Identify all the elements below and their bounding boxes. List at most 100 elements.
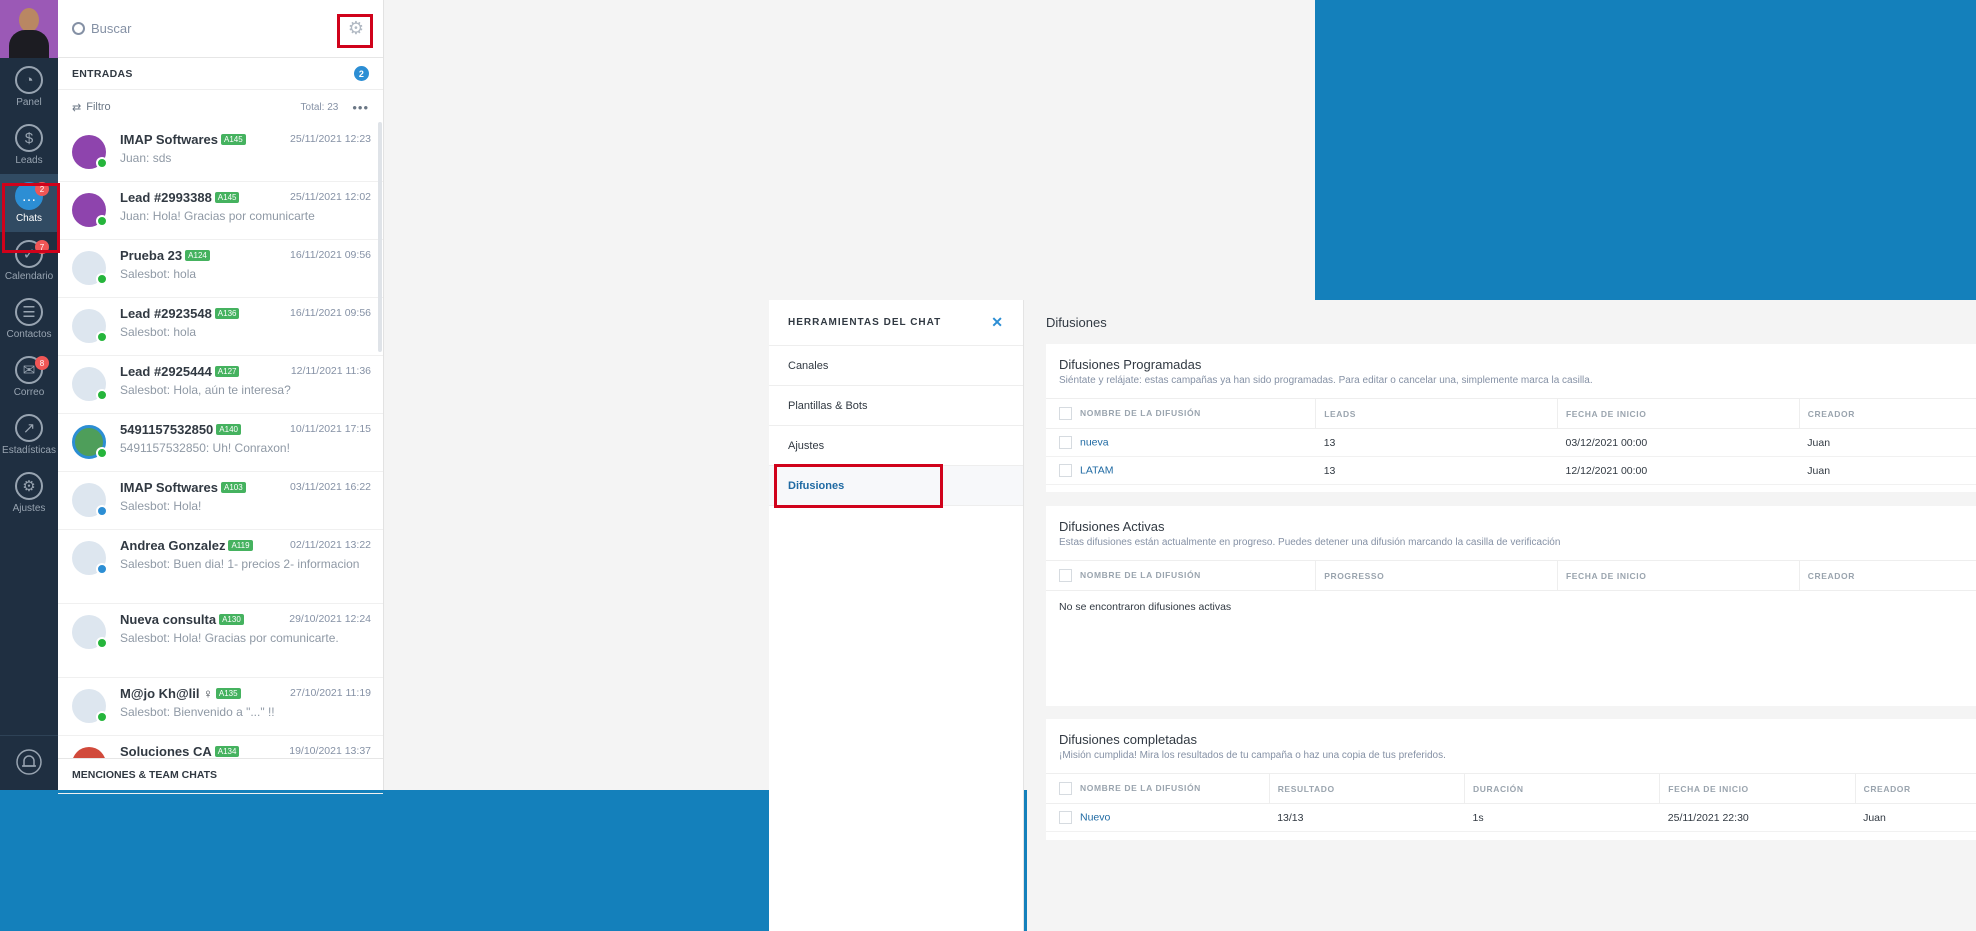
table-row[interactable]: Nuevo 13/13 1s 25/11/2021 22:30 Juan (1046, 803, 1976, 832)
chat-list-item[interactable]: Nueva consulta A130 29/10/2021 12:24 Salesb… (58, 604, 383, 678)
column-header-label: DURACIÓN (1472, 783, 1524, 794)
cell-value: Juan (1807, 464, 1831, 477)
chat-list-item[interactable]: 5491157532850 A140 10/11/2021 17:15 5491157… (58, 414, 383, 472)
table-row[interactable]: nueva 13 03/12/2021 00:00 Juan (1046, 428, 1976, 457)
whatsapp-icon (96, 637, 108, 649)
rail-item-label: Correo (13, 387, 45, 398)
chat-list-item[interactable]: Prueba 23 A124 16/11/2021 09:56 Salesbot: h… (58, 240, 383, 298)
chat-tag: A140 (216, 423, 241, 435)
broadcast-name-link[interactable]: Nuevo (1080, 811, 1110, 823)
column-header-label: LEADS (1324, 408, 1356, 419)
rail-item-ajustes[interactable]: ⚙ Ajustes (0, 464, 58, 522)
rail-item-label: Calendario (4, 271, 54, 282)
more-options-icon[interactable]: ••• (352, 100, 369, 115)
cell-value: Juan (1807, 436, 1831, 449)
rail-item-label: Contactos (6, 329, 52, 340)
chat-item-header: M@jo Kh@lil ♀ A135 27/10/2021 11:19 (120, 684, 371, 702)
cell-value: 1s (1472, 811, 1484, 824)
chat-contact-name: IMAP Softwares (120, 479, 219, 495)
user-avatar[interactable] (0, 0, 58, 58)
tools-item-difusiones[interactable]: Difusiones (769, 466, 1023, 506)
column-header[interactable]: CREADOR (1798, 398, 1976, 429)
chat-last-message: 5491157532850: Uh! Conraxon! (120, 441, 290, 455)
filter-button[interactable]: Filtro (86, 101, 110, 113)
rail-item-panel[interactable]: ◔ Panel (0, 58, 58, 116)
column-header-label: CREADOR (1863, 783, 1911, 794)
whatsapp-icon (96, 447, 108, 459)
tools-item-plantillas-bots[interactable]: Plantillas & Bots (769, 386, 1023, 426)
chat-item-header: Prueba 23 A124 16/11/2021 09:56 (120, 246, 371, 264)
whatsapp-icon (96, 273, 108, 285)
gear-icon[interactable]: ⚙ (343, 16, 369, 42)
search-input[interactable]: Buscar (91, 21, 343, 36)
row-checkbox[interactable] (1059, 464, 1072, 477)
rail-item-leads[interactable]: $ Leads (0, 116, 58, 174)
table-cell: 13/13 (1269, 803, 1465, 832)
column-header[interactable]: NOMBRE DE LA DIFUSIÓN (1046, 773, 1270, 804)
whatsapp-icon (96, 215, 108, 227)
column-header[interactable]: NOMBRE DE LA DIFUSIÓN (1046, 560, 1316, 591)
column-header-label: NOMBRE DE LA DIFUSIÓN (1080, 569, 1201, 580)
notifications-bell-icon[interactable] (0, 735, 58, 790)
chat-list-item[interactable]: Lead #2993388 A145 25/11/2021 12:02 Juan: H… (58, 182, 383, 240)
table-row[interactable]: LATAM 13 12/12/2021 00:00 Juan (1046, 456, 1976, 485)
chat-list-item[interactable]: M@jo Kh@lil ♀ A135 27/10/2021 11:19 Salesbo… (58, 678, 383, 736)
chat-timestamp: 29/10/2021 12:24 (289, 613, 371, 625)
tools-item-ajustes[interactable]: Ajustes (769, 426, 1023, 466)
settings-wrench-icon: ⚙ (15, 472, 43, 500)
chat-list-item[interactable]: IMAP Softwares A145 25/11/2021 12:23 Juan: … (58, 124, 383, 182)
column-header-label: FECHA DE INICIO (1668, 783, 1749, 794)
column-header[interactable]: NOMBRE DE LA DIFUSIÓN (1046, 398, 1316, 429)
column-header[interactable]: FECHA DE INICIO (1556, 398, 1800, 429)
completed-title: Difusiones completadas (1059, 732, 1198, 747)
inbox-section-header[interactable]: ENTRADAS 2 (58, 58, 383, 90)
mentions-team-chats-header[interactable]: MENCIONES & TEAM CHATS (58, 758, 383, 790)
cell-value: 25/11/2021 22:30 (1667, 811, 1749, 824)
column-header[interactable]: DURACIÓN (1463, 773, 1660, 804)
rail-item-label: Panel (16, 97, 42, 108)
column-header[interactable]: RESULTADO (1268, 773, 1465, 804)
column-header-label: CREADOR (1807, 408, 1855, 419)
rail-item-chats[interactable]: … Chats 2 (0, 174, 58, 232)
chat-timestamp: 19/10/2021 13:37 (289, 745, 371, 757)
cell-value: 12/12/2021 00:00 (1565, 464, 1648, 477)
whatsapp-icon (96, 157, 108, 169)
rail-item-correo[interactable]: ✉ Correo 8 (0, 348, 58, 406)
close-icon[interactable]: ✕ (991, 314, 1004, 331)
filter-bar: ⇄ Filtro Total: 23 ••• (58, 90, 383, 124)
chat-contact-name: Prueba 23 (120, 247, 183, 263)
column-header[interactable]: CREADOR (1798, 560, 1976, 591)
select-all-checkbox[interactable] (1059, 782, 1072, 795)
broadcast-name-link[interactable]: LATAM (1080, 464, 1113, 476)
filter-icon[interactable]: ⇄ (72, 101, 81, 114)
chat-list-item[interactable]: Lead #2923548 A136 16/11/2021 09:56 Salesbo… (58, 298, 383, 356)
table-cell: Juan (1799, 456, 1976, 485)
select-all-checkbox[interactable] (1059, 569, 1072, 582)
chat-list-scrollbar[interactable] (378, 122, 382, 352)
chat-last-message: Salesbot: hola (120, 325, 197, 339)
row-checkbox[interactable] (1059, 811, 1072, 824)
chat-last-message: Salesbot: Hola! Gracias por comunicarte. (120, 631, 339, 645)
select-all-checkbox[interactable] (1059, 407, 1072, 420)
column-header[interactable]: FECHA DE INICIO (1556, 560, 1800, 591)
row-checkbox[interactable] (1059, 436, 1072, 449)
stats-icon: ↗ (15, 414, 43, 442)
rail-item-calendario[interactable]: ✓ Calendario 7 (0, 232, 58, 290)
chat-list-item[interactable]: Lead #2925444 A127 12/11/2021 11:36 Salesbo… (58, 356, 383, 414)
rail-item-contactos[interactable]: ☰ Contactos (0, 290, 58, 348)
column-header[interactable]: CREADOR (1854, 773, 1976, 804)
column-header[interactable]: LEADS (1315, 398, 1558, 429)
column-header[interactable]: PROGRESSO (1315, 560, 1558, 591)
cell-value: 03/12/2021 00:00 (1565, 436, 1648, 449)
chat-list-item[interactable]: Andrea Gonzalez A119 02/11/2021 13:22 Sales… (58, 530, 383, 604)
table-cell: 1s (1464, 803, 1660, 832)
cell-value: Juan (1863, 811, 1886, 824)
tools-item-canales[interactable]: Canales (769, 346, 1023, 386)
chat-tag: A124 (185, 249, 210, 261)
chat-last-message: Salesbot: hola (120, 267, 197, 281)
column-header[interactable]: FECHA DE INICIO (1659, 773, 1856, 804)
broadcast-name-link[interactable]: nueva (1080, 436, 1109, 448)
chat-list-item[interactable]: IMAP Softwares A103 03/11/2021 16:22 Salesb… (58, 472, 383, 530)
rail-item-estadísticas[interactable]: ↗ Estadísticas (0, 406, 58, 464)
chat-last-message: Juan: sds (120, 151, 172, 165)
